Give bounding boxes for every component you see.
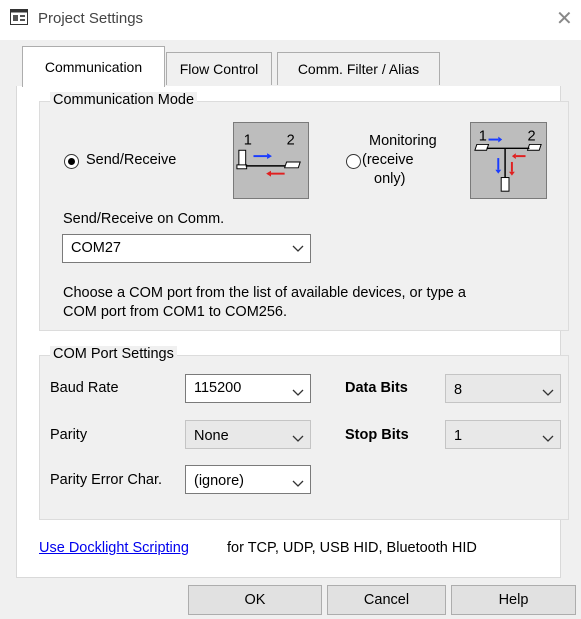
diagram-label-1: 1	[244, 132, 252, 148]
baud-rate-value: 115200	[194, 380, 242, 396]
tab-comm-filter-alias[interactable]: Comm. Filter / Alias	[277, 52, 440, 85]
monitoring-label-line1[interactable]: Monitoring	[369, 133, 437, 149]
help-button[interactable]: Help	[451, 585, 576, 615]
comm-port-value: COM27	[71, 240, 121, 256]
diagram-label-2: 2	[287, 132, 295, 148]
monitoring-radio[interactable]	[346, 154, 361, 169]
send-receive-label[interactable]: Send/Receive	[86, 152, 176, 168]
settings-window-icon	[10, 9, 28, 25]
baud-rate-combobox[interactable]: 115200	[185, 374, 311, 403]
chevron-down-icon	[292, 389, 304, 396]
monitoring-label-line3[interactable]: only)	[374, 171, 405, 187]
scripting-note: for TCP, UDP, USB HID, Bluetooth HID	[227, 540, 477, 556]
send-receive-radio[interactable]	[64, 154, 79, 169]
stop-bits-label: Stop Bits	[345, 427, 409, 443]
send-receive-diagram-image: 1 2	[233, 122, 309, 199]
stop-bits-combobox[interactable]: 1	[445, 420, 561, 449]
stop-bits-value: 1	[454, 428, 463, 444]
monitoring-diagram-image: 1 2	[470, 122, 547, 199]
monitor-diagram-label-1: 1	[479, 129, 487, 145]
com-port-settings-legend: COM Port Settings	[50, 346, 177, 362]
data-bits-value: 8	[454, 382, 463, 398]
parity-combobox[interactable]: None	[185, 420, 311, 449]
parity-error-char-label: Parity Error Char.	[50, 472, 162, 488]
close-icon[interactable]: ✕	[556, 6, 573, 31]
parity-error-char-combobox[interactable]: (ignore)	[185, 465, 311, 494]
comm-port-combobox[interactable]: COM27	[62, 234, 311, 263]
data-bits-label: Data Bits	[345, 380, 408, 396]
data-bits-combobox[interactable]: 8	[445, 374, 561, 403]
communication-mode-legend: Communication Mode	[50, 92, 198, 108]
send-receive-comm-label: Send/Receive on Comm.	[63, 211, 225, 227]
ok-button[interactable]: OK	[188, 585, 322, 615]
parity-error-char-value: (ignore)	[194, 473, 244, 489]
chevron-down-icon	[542, 389, 554, 396]
tab-flow-control[interactable]: Flow Control	[166, 52, 272, 85]
docklight-scripting-link[interactable]: Use Docklight Scripting	[39, 540, 189, 556]
monitor-diagram-label-2: 2	[527, 129, 535, 145]
chevron-down-icon	[292, 435, 304, 442]
window-title: Project Settings	[38, 10, 144, 27]
parity-value: None	[194, 428, 229, 444]
chevron-down-icon	[542, 435, 554, 442]
help-text-line2: COM port from COM1 to COM256.	[63, 304, 287, 320]
tab-communication[interactable]: Communication	[22, 46, 165, 87]
help-text-line1: Choose a COM port from the list of avail…	[63, 285, 466, 301]
cancel-button[interactable]: Cancel	[327, 585, 446, 615]
baud-rate-label: Baud Rate	[50, 380, 119, 396]
monitoring-label-line2[interactable]: (receive	[362, 152, 414, 168]
chevron-down-icon	[292, 480, 304, 487]
parity-label: Parity	[50, 427, 88, 443]
chevron-down-icon	[292, 245, 304, 252]
